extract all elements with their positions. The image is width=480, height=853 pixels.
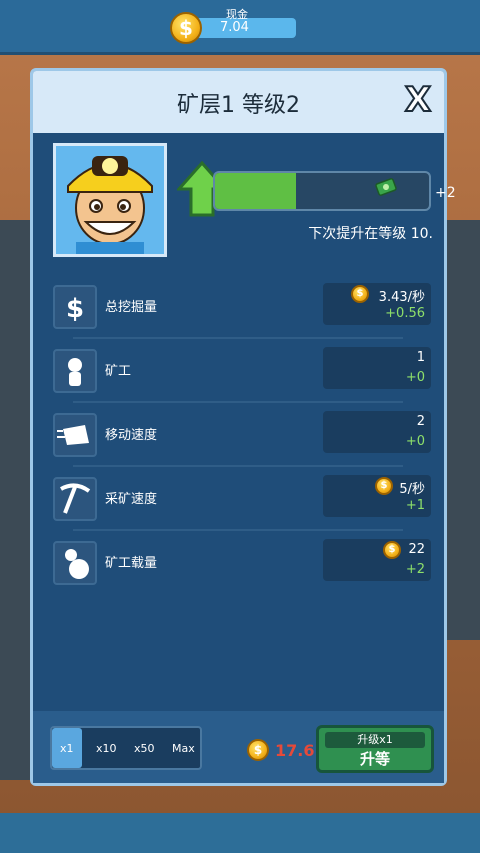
divider <box>73 529 403 531</box>
stat-increase: +0 <box>405 434 425 449</box>
stat-value-box: 5/秒 $ +1 <box>323 475 431 517</box>
stat-label: 总挖掘量 <box>105 300 158 315</box>
multiplier-selector: x1 x10 x50 Max <box>50 726 202 770</box>
panel-footer: x1 x10 x50 Max $ 17.6 升级x1 升等 <box>33 711 444 783</box>
bottom-bar <box>0 813 480 853</box>
dollar-icon: $ <box>53 285 97 329</box>
next-boost-text: 下次提升在等级 10. <box>308 226 433 242</box>
reward-value: +2 <box>435 185 456 201</box>
svg-text:$: $ <box>66 294 84 324</box>
miner-icon <box>53 349 97 393</box>
stat-row: 采矿速度 5/秒 $ +1 <box>53 473 431 525</box>
multiplier-x50[interactable]: x50 <box>134 742 155 755</box>
panel-header: 矿层1 等级2 X <box>33 71 444 133</box>
stat-label: 矿工 <box>105 364 132 379</box>
stat-value: 2 <box>416 414 425 429</box>
stat-value: 3.43/秒 <box>378 290 425 305</box>
stat-row: 矿工 1 +0 <box>53 345 431 397</box>
level-progress-fill <box>215 173 297 209</box>
panel-body: +2 下次提升在等级 10. $ 总挖掘量 3.43/秒 $ +0.56 矿工 1 +0 移动速… <box>33 133 456 711</box>
cash-value: 7.04 <box>220 20 249 35</box>
stat-row: 移动速度 2 +0 <box>53 409 431 461</box>
stat-increase: +1 <box>405 498 425 513</box>
stat-label: 采矿速度 <box>105 492 158 507</box>
stat-value: 22 <box>408 542 425 557</box>
pickaxe-icon <box>53 477 97 521</box>
top-bar: $ 现金 7.04 <box>0 0 480 55</box>
stat-value: 5/秒 <box>399 482 425 497</box>
stat-value-box: 22 $ +2 <box>323 539 431 581</box>
stat-value: 1 <box>416 350 425 365</box>
stat-increase: +2 <box>405 562 425 577</box>
coin-icon: $ <box>383 541 401 559</box>
close-button[interactable]: X <box>401 82 435 118</box>
upgrade-multiplier-label: 升级x1 <box>325 732 425 748</box>
multiplier-max[interactable]: Max <box>172 742 195 755</box>
multiplier-x10[interactable]: x10 <box>96 742 117 755</box>
cost-coin-icon: $ <box>247 739 269 761</box>
speed-icon <box>53 413 97 457</box>
upgrade-button[interactable]: 升级x1 升等 <box>316 725 434 773</box>
load-icon <box>53 541 97 585</box>
multiplier-x1[interactable]: x1 <box>60 742 74 755</box>
miner-face-icon <box>56 146 164 254</box>
stat-label: 矿工载量 <box>105 556 158 571</box>
stat-increase: +0.56 <box>385 306 425 321</box>
stat-value-box: 1 +0 <box>323 347 431 389</box>
stat-row: 矿工载量 22 $ +2 <box>53 537 431 589</box>
stat-label: 移动速度 <box>105 428 158 443</box>
upgrade-panel: 矿层1 等级2 X +2 下次提升在等级 10. $ 总挖掘量 3.43/秒 $… <box>30 68 456 786</box>
coin-icon: $ <box>375 477 393 495</box>
divider <box>73 465 403 467</box>
stat-value-box: 2 +0 <box>323 411 431 453</box>
stat-increase: +0 <box>405 370 425 385</box>
coin-icon: $ <box>170 12 202 44</box>
cash-stack-icon <box>375 178 397 196</box>
miner-avatar <box>53 143 167 257</box>
stat-row: $ 总挖掘量 3.43/秒 $ +0.56 <box>53 281 431 333</box>
stat-value-box: 3.43/秒 $ +0.56 <box>323 283 431 325</box>
panel-title: 矿层1 等级2 <box>177 93 300 118</box>
coin-icon: $ <box>351 285 369 303</box>
divider <box>73 401 403 403</box>
upgrade-cost: 17.6 <box>275 741 315 760</box>
divider <box>73 337 403 339</box>
upgrade-label: 升等 <box>359 750 390 768</box>
